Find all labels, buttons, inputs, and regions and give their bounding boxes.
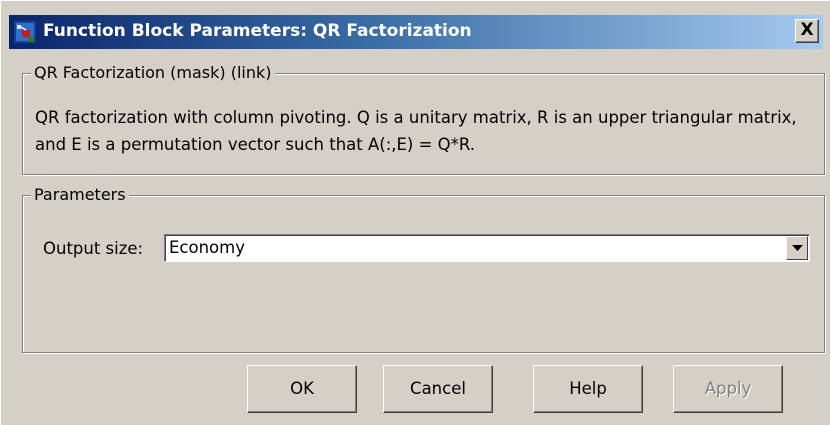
title-bar[interactable]: Function Block Parameters: QR Factorizat… bbox=[9, 15, 823, 49]
ok-button[interactable]: OK bbox=[247, 365, 357, 413]
dialog-window: Function Block Parameters: QR Factorizat… bbox=[0, 0, 830, 425]
apply-button[interactable]: Apply bbox=[673, 365, 783, 413]
block-description: QR factorization with column pivoting. Q… bbox=[35, 108, 797, 154]
ok-button-label: OK bbox=[290, 379, 314, 398]
close-icon: X bbox=[800, 20, 814, 40]
output-size-value: Economy bbox=[169, 238, 245, 257]
apply-button-label: Apply bbox=[704, 379, 752, 398]
description-group: QR Factorization (mask) (link) QR factor… bbox=[22, 63, 825, 175]
simulink-block-icon bbox=[14, 21, 36, 43]
parameters-group-legend: Parameters bbox=[31, 185, 129, 204]
description-group-legend: QR Factorization (mask) (link) bbox=[31, 63, 275, 82]
window-title: Function Block Parameters: QR Factorizat… bbox=[43, 21, 472, 41]
dropdown-arrow-icon bbox=[792, 245, 803, 251]
output-size-dropdown-button[interactable] bbox=[786, 236, 808, 260]
parameters-group: Parameters Output size: Economy bbox=[22, 185, 825, 353]
cancel-button[interactable]: Cancel bbox=[383, 365, 493, 413]
help-button-label: Help bbox=[569, 379, 607, 398]
cancel-button-label: Cancel bbox=[410, 379, 466, 398]
output-size-label: Output size: bbox=[43, 239, 144, 258]
output-size-select[interactable]: Economy bbox=[164, 234, 810, 262]
close-button[interactable]: X bbox=[795, 19, 819, 43]
help-button[interactable]: Help bbox=[533, 365, 643, 413]
